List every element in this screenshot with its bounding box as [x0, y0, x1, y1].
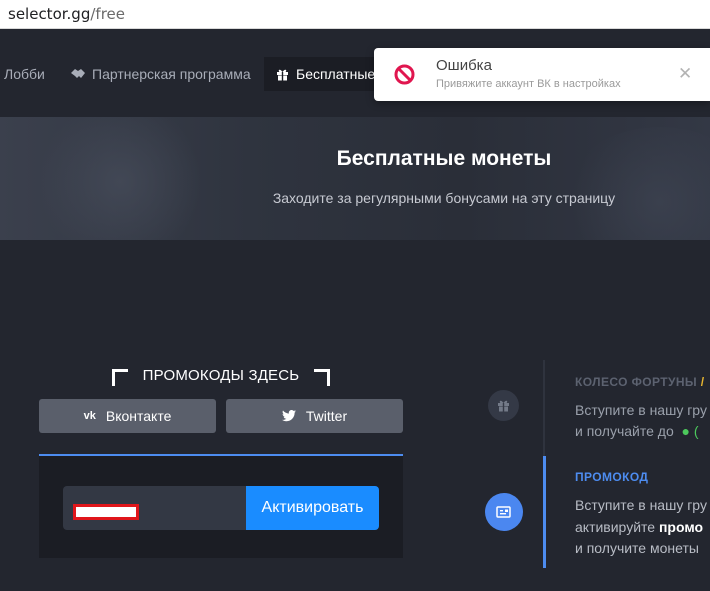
twitter-button-label: Twitter: [305, 408, 348, 424]
wheel-description-line1: Вступите в нашу гру: [575, 402, 707, 418]
twitter-button[interactable]: Twitter: [226, 399, 403, 433]
promo-description-line2: активируйте промо: [575, 519, 704, 535]
timeline-line: [543, 360, 545, 456]
error-toast: Ошибка Привяжите аккаунт ВК в настройках…: [374, 48, 710, 101]
handshake-icon: [70, 66, 86, 82]
vkontakte-button[interactable]: vk Вконтакте: [39, 399, 216, 433]
wheel-description-line2: и получайте до ● (: [575, 423, 699, 439]
twitter-icon: [281, 410, 296, 422]
url-text[interactable]: selector.gg/free: [8, 5, 125, 23]
toast-message: Привяжите аккаунт ВК в настройках: [436, 78, 621, 90]
nav-partner-label: Партнерская программа: [92, 66, 251, 82]
redacted-highlight: [73, 504, 139, 520]
promo-code-title: ПРОМОКОД: [575, 470, 649, 484]
gift-icon: [274, 66, 290, 82]
hero-banner: Бесплатные монеты Заходите за регулярным…: [0, 117, 710, 240]
page-subtitle: Заходите за регулярными бонусами на эту …: [272, 190, 616, 206]
nav-partner-program[interactable]: Партнерская программа: [70, 57, 251, 91]
timeline-line-active: [543, 456, 546, 568]
bracket-right-decoration: [314, 369, 330, 386]
page-title: Бесплатные монеты: [336, 147, 552, 170]
promo-code-panel: Активировать: [39, 454, 403, 558]
vk-icon: vk: [83, 410, 96, 422]
nav-free-coins[interactable]: Бесплатные: [264, 57, 386, 91]
wheel-of-fortune-title: КОЛЕСО ФОРТУНЫ /: [575, 375, 705, 389]
promo-codes-heading: ПРОМОКОДЫ ЗДЕСЬ: [112, 366, 330, 388]
browser-url-bar[interactable]: selector.gg/free: [0, 0, 710, 29]
coin-icon: ●: [681, 423, 690, 439]
hero-background-art: [40, 117, 200, 240]
nav-free-label: Бесплатные: [296, 66, 376, 82]
close-icon[interactable]: ✕: [678, 65, 692, 82]
activate-button[interactable]: Активировать: [246, 486, 379, 530]
promo-codes-heading-text: ПРОМОКОДЫ ЗДЕСЬ: [142, 367, 300, 384]
toast-title: Ошибка: [436, 57, 492, 74]
promo-description-line1: Вступите в нашу гру: [575, 497, 707, 513]
vkontakte-button-label: Вконтакте: [105, 408, 172, 424]
hero-background-art-right: [560, 127, 710, 240]
promo-ticket-icon: [485, 493, 523, 531]
gift-icon: [488, 390, 519, 421]
ban-icon: [394, 64, 415, 85]
nav-lobby[interactable]: Лобби: [4, 57, 45, 91]
nav-lobby-label: Лобби: [4, 66, 45, 82]
promo-description-line3: и получите монеты: [575, 540, 699, 556]
